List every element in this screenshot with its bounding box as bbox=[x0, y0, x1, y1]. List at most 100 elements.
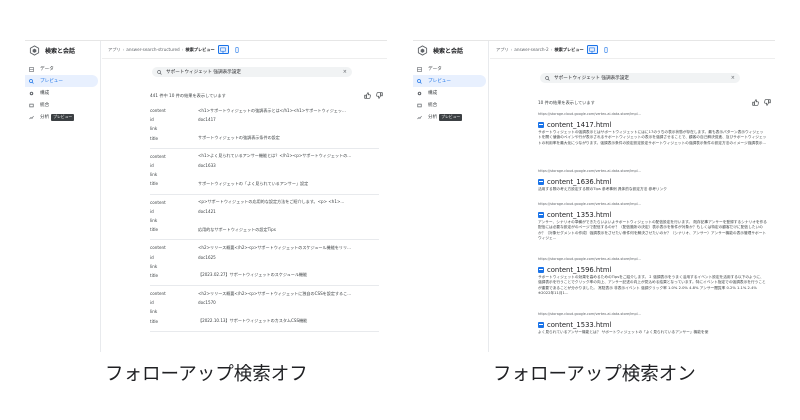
field-label: id bbox=[150, 254, 154, 260]
field-label: link bbox=[150, 263, 158, 269]
field-label: link bbox=[150, 217, 158, 223]
field-value: サポートウィジェットの強調表示条件の設定 bbox=[198, 135, 280, 141]
breadcrumb-current: 検索プレビュー bbox=[554, 46, 584, 52]
breadcrumb-link[interactable]: answer-search-2 bbox=[514, 47, 548, 52]
result-title[interactable]: content_1533.html bbox=[538, 319, 767, 330]
close-icon[interactable]: × bbox=[343, 69, 347, 75]
snippet-result[interactable]: https://storage.cloud.google.com/vertex-… bbox=[538, 112, 767, 164]
sidebar-item-config[interactable]: 構成 bbox=[413, 87, 486, 99]
breadcrumb-link[interactable]: answer-search-structured bbox=[126, 47, 179, 52]
sidebar-item-config[interactable]: 構成 bbox=[25, 87, 98, 99]
search-icon bbox=[29, 78, 34, 84]
sidebar-item-label: 分析 bbox=[40, 115, 50, 120]
field-value: <h2>リリース概要</h2><p>サポートウィジェットに独自のCSSを設定する… bbox=[198, 290, 352, 296]
result-item[interactable]: content <h1>サポートウィジェットの強調表示とは</h1><h1>サポー… bbox=[150, 103, 379, 149]
thumbs-up-icon[interactable] bbox=[364, 92, 371, 99]
sidebar-item-preview[interactable]: プレビュー bbox=[413, 75, 486, 87]
result-title[interactable]: content_1353.html bbox=[538, 209, 767, 220]
result-title-text[interactable]: content_1417.html bbox=[547, 121, 611, 129]
field-value: doc1570 bbox=[198, 300, 216, 306]
sidebar-item-label: データ bbox=[428, 67, 442, 72]
field-label: content bbox=[150, 245, 166, 251]
chevron-right-icon: › bbox=[181, 47, 184, 52]
desktop-view-button[interactable] bbox=[586, 45, 598, 54]
field-value: doc1625 bbox=[198, 254, 216, 260]
sidebar-item-data[interactable]: データ bbox=[25, 63, 98, 75]
result-item[interactable]: content <h1>よく見られているアンサー機能とは？</h1><p>サポート… bbox=[150, 149, 379, 195]
field-label: title bbox=[150, 181, 159, 187]
breadcrumb: アプリ › answer-search-2 › 検索プレビュー bbox=[490, 41, 775, 59]
mobile-view-button[interactable] bbox=[601, 45, 612, 54]
gear-icon bbox=[417, 91, 422, 96]
field-label: id bbox=[150, 117, 154, 123]
result-item[interactable]: content <h2>リリース概要</h2><p>サポートウィジェットに独自のC… bbox=[150, 286, 379, 332]
breadcrumb-link[interactable]: アプリ bbox=[496, 47, 509, 53]
result-list: content <h1>サポートウィジェットの強調表示とは</h1><h1>サポー… bbox=[102, 103, 387, 332]
thumbs-down-icon[interactable] bbox=[376, 92, 383, 99]
sidebar-item-label: 構成 bbox=[40, 91, 50, 96]
mobile-icon bbox=[235, 46, 239, 53]
search-icon bbox=[417, 78, 422, 84]
result-url[interactable]: https://storage.cloud.google.com/vertex-… bbox=[538, 257, 767, 262]
result-item[interactable]: content <p>サポートウィジェットの応用的な設定方法をご紹介します。<p>… bbox=[150, 195, 379, 241]
sidebar-item-label: 統合 bbox=[428, 103, 438, 108]
code-icon bbox=[417, 103, 422, 108]
app-logo-icon bbox=[417, 41, 428, 60]
field-label: id bbox=[150, 163, 154, 169]
results-count: 10 件の結果を表示しています bbox=[538, 99, 595, 105]
result-url[interactable]: https://storage.cloud.google.com/vertex-… bbox=[538, 169, 767, 174]
search-box[interactable]: サポートウィジェット 強調表示設定 × bbox=[152, 67, 352, 77]
document-icon bbox=[538, 178, 544, 185]
result-title-text[interactable]: content_1353.html bbox=[547, 211, 611, 219]
caption-follow-up-off: フォローアップ検索オフ bbox=[105, 364, 308, 385]
result-snippet: サポートウィジェットの強調表示とはサポートウィジェットにはに17のうちの表示状態… bbox=[538, 130, 767, 145]
sidebar: 検索と会話 データ プレビュー 構成 統合 分析 プレビュー bbox=[25, 41, 101, 352]
snippet-result[interactable]: https://storage.cloud.google.com/vertex-… bbox=[538, 257, 767, 307]
snippet-result[interactable]: https://storage.cloud.google.com/vertex-… bbox=[538, 202, 767, 252]
snippet-result[interactable]: https://storage.cloud.google.com/vertex-… bbox=[538, 312, 767, 342]
close-icon[interactable]: × bbox=[731, 75, 735, 81]
search-box[interactable]: サポートウィジェット 強調表示設定 × bbox=[540, 73, 740, 83]
result-snippet: サポートウィジェットの効果を高めるためのTipsをご紹介します。１ 強調表示をう… bbox=[538, 275, 766, 295]
mobile-view-button[interactable] bbox=[232, 45, 243, 54]
field-label: content bbox=[150, 291, 166, 297]
result-title-text[interactable]: content_1533.html bbox=[547, 321, 611, 329]
field-label: content bbox=[150, 153, 166, 159]
result-title[interactable]: content_1417.html bbox=[538, 119, 767, 130]
search-query[interactable]: サポートウィジェット 強調表示設定 bbox=[166, 69, 241, 75]
snippet-result[interactable]: https://storage.cloud.google.com/vertex-… bbox=[538, 169, 767, 197]
chevron-right-icon: › bbox=[122, 47, 125, 52]
result-item[interactable]: content <h2>リリース概要</h2><p>サポートウィジェットのスケジュ… bbox=[150, 240, 379, 286]
field-value: サポートウィジェットの「よく見られているアンサー」設定 bbox=[198, 180, 309, 186]
document-icon bbox=[538, 266, 544, 273]
result-title[interactable]: content_1596.html bbox=[538, 264, 767, 275]
desktop-view-button[interactable] bbox=[217, 45, 229, 54]
sidebar-item-data[interactable]: データ bbox=[413, 63, 486, 75]
result-url[interactable]: https://storage.cloud.google.com/vertex-… bbox=[538, 112, 767, 117]
result-url[interactable]: https://storage.cloud.google.com/vertex-… bbox=[538, 202, 767, 207]
field-label: title bbox=[150, 272, 159, 278]
sidebar-item-label: プレビュー bbox=[428, 79, 451, 84]
result-url[interactable]: https://storage.cloud.google.com/vertex-… bbox=[538, 312, 767, 317]
sidebar-item-label: 統合 bbox=[40, 103, 50, 108]
chevron-right-icon: › bbox=[510, 47, 513, 52]
result-title-text[interactable]: content_1596.html bbox=[547, 266, 611, 274]
field-value: <h1>サポートウィジェットの強調表示とは</h1><h1>サポートウィジェッ.… bbox=[198, 107, 346, 113]
field-value: doc1633 bbox=[198, 163, 216, 169]
sidebar-item-analytics[interactable]: 分析 プレビュー bbox=[25, 111, 98, 123]
thumbs-up-icon[interactable] bbox=[752, 99, 759, 106]
sidebar-item-integration[interactable]: 統合 bbox=[413, 99, 486, 111]
breadcrumb-link[interactable]: アプリ bbox=[108, 47, 121, 53]
app-brand: 検索と会話 bbox=[25, 41, 100, 59]
search-query[interactable]: サポートウィジェット 強調表示設定 bbox=[554, 75, 629, 81]
app-logo-icon bbox=[29, 41, 40, 60]
sidebar-item-preview[interactable]: プレビュー bbox=[25, 75, 98, 87]
sidebar-item-analytics[interactable]: 分析 プレビュー bbox=[413, 111, 486, 123]
sidebar: 検索と会話 データ プレビュー 構成 統合 分析 プレビュー bbox=[413, 41, 489, 352]
thumbs-down-icon[interactable] bbox=[764, 99, 771, 106]
sidebar-item-integration[interactable]: 統合 bbox=[25, 99, 98, 111]
data-table-icon bbox=[417, 66, 422, 72]
result-title[interactable]: content_1636.html bbox=[538, 176, 767, 187]
result-title-text[interactable]: content_1636.html bbox=[547, 178, 611, 186]
field-label: link bbox=[150, 172, 158, 178]
